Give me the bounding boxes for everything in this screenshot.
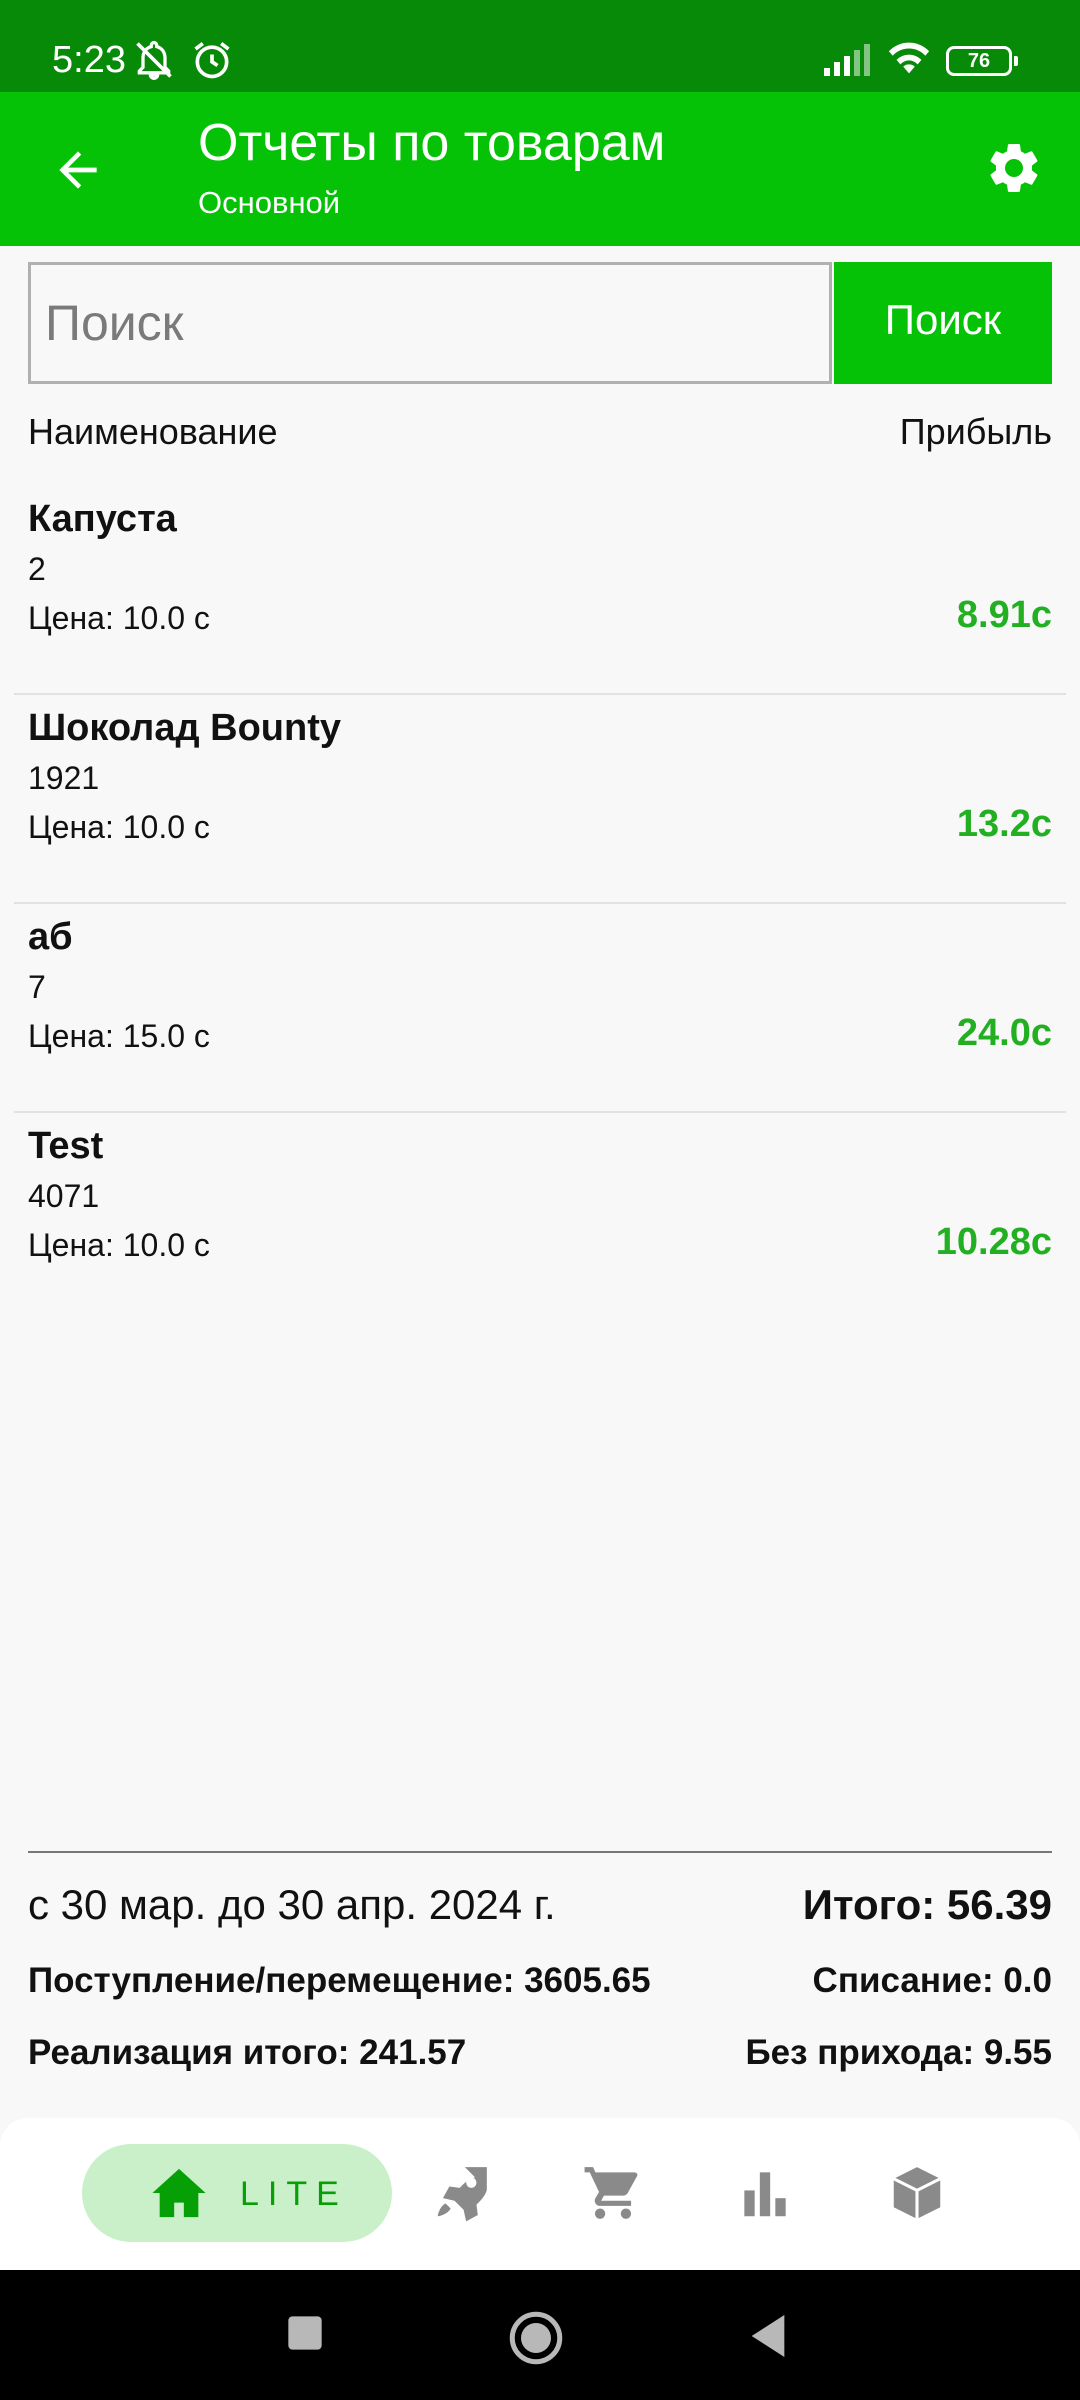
- page-title: Отчеты по товарам: [198, 114, 666, 172]
- nav-home-label: LITE: [240, 2175, 348, 2213]
- no-income-total: Без прихода: 9.55: [745, 2033, 1052, 2072]
- incoming-total: Поступление/перемещение: 3605.65: [28, 1961, 651, 2000]
- item-price: Цена: 10.0 с: [28, 1227, 210, 1263]
- search-button[interactable]: Поиск: [834, 262, 1052, 384]
- back-button-icon[interactable]: [740, 2308, 796, 2364]
- system-navigation-bar: [0, 2270, 1080, 2400]
- item-price: Цена: 15.0 с: [28, 1018, 210, 1054]
- item-name: аб: [28, 916, 73, 958]
- item-profit: 10.28с: [935, 1221, 1052, 1263]
- item-quantity: 7: [28, 969, 46, 1005]
- home-icon: [152, 2168, 206, 2218]
- item-quantity: 2: [28, 551, 46, 587]
- battery-icon: 76: [946, 46, 1018, 76]
- rocket-icon[interactable]: [430, 2162, 492, 2224]
- bar-chart-icon[interactable]: [734, 2162, 796, 2224]
- status-time: 5:23: [52, 39, 126, 81]
- total-value: Итого: 56.39: [802, 1881, 1052, 1928]
- list-item[interactable]: Капуста 2 Цена: 10.0 с 8.91с: [0, 486, 1080, 695]
- writeoff-total: Списание: 0.0: [812, 1961, 1052, 2000]
- arrow-left-icon[interactable]: [50, 142, 106, 198]
- battery-level: 76: [967, 50, 991, 72]
- list-item[interactable]: аб 7 Цена: 15.0 с 24.0с: [0, 904, 1080, 1113]
- item-quantity: 4071: [28, 1178, 100, 1214]
- box-icon[interactable]: [886, 2162, 948, 2224]
- item-price: Цена: 10.0 с: [28, 809, 210, 845]
- alarm-icon: [194, 42, 230, 79]
- nav-home-lite[interactable]: LITE: [82, 2144, 392, 2242]
- gear-icon[interactable]: [984, 138, 1044, 198]
- bottom-navigation: LITE: [0, 2118, 1080, 2270]
- totals-divider: [28, 1851, 1052, 1853]
- item-profit: 24.0с: [956, 1012, 1052, 1054]
- list-item[interactable]: Test 4071 Цена: 10.0 с 10.28с: [0, 1113, 1080, 1322]
- item-profit: 8.91с: [956, 594, 1052, 636]
- item-name: Капуста: [28, 498, 177, 540]
- sales-total: Реализация итого: 241.57: [28, 2033, 467, 2072]
- item-name: Test: [28, 1125, 104, 1167]
- wifi-icon: [888, 42, 930, 74]
- home-button-icon[interactable]: [506, 2308, 566, 2368]
- notifications-off-icon: [136, 41, 172, 80]
- signal-icon: [824, 44, 870, 76]
- item-quantity: 1921: [28, 760, 100, 796]
- page-subtitle: Основной: [198, 185, 341, 220]
- product-list: Капуста 2 Цена: 10.0 с 8.91с Шоколад Bou…: [0, 486, 1080, 1322]
- item-price: Цена: 10.0 с: [28, 600, 210, 636]
- status-bar: 5:23 76: [0, 0, 1080, 92]
- item-name: Шоколад Bounty: [28, 707, 341, 749]
- column-header-profit: Прибыль: [899, 411, 1052, 452]
- cart-icon[interactable]: [582, 2162, 644, 2224]
- recent-apps-icon[interactable]: [280, 2308, 330, 2358]
- column-header-name: Наименование: [28, 411, 278, 452]
- app-bar: Отчеты по товарам Основной: [0, 92, 1080, 246]
- item-profit: 13.2с: [956, 803, 1052, 845]
- report-period: с 30 мар. до 30 апр. 2024 г.: [28, 1881, 556, 1928]
- search-input[interactable]: [28, 262, 832, 384]
- list-item[interactable]: Шоколад Bounty 1921 Цена: 10.0 с 13.2с: [0, 695, 1080, 904]
